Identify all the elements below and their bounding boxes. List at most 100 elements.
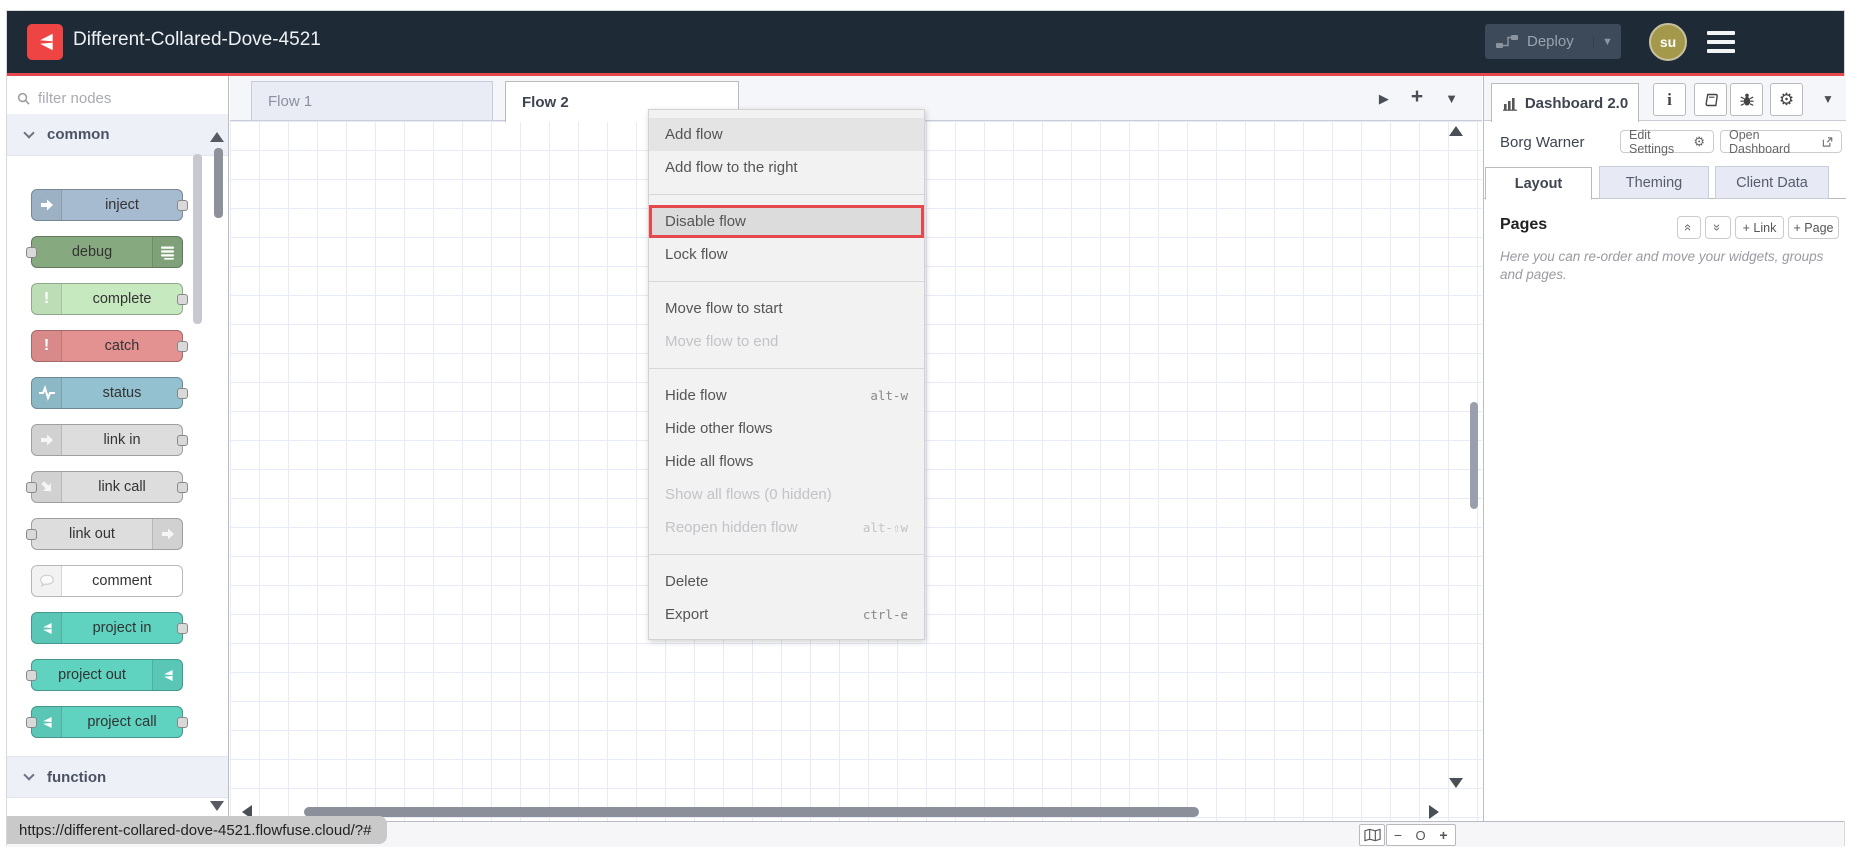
sidebar-options-caret-icon[interactable]: ▼ — [1822, 92, 1834, 106]
zoom-in-button[interactable]: + — [1432, 824, 1456, 846]
input-port — [26, 529, 37, 540]
palette-node-project-out[interactable]: project out — [26, 659, 183, 691]
pages-help-text: Here you can re-order and move your widg… — [1500, 249, 1824, 283]
menu-item-add-flow-right[interactable]: Add flow to the right — [649, 151, 924, 184]
canvas-vertical-scrollbar-thumb[interactable] — [1470, 402, 1478, 509]
input-port — [26, 670, 37, 681]
canvas-scroll-right-icon[interactable] — [1429, 805, 1439, 819]
debug-button[interactable] — [1730, 83, 1763, 116]
user-avatar[interactable]: su — [1649, 23, 1687, 61]
edit-settings-button[interactable]: Edit Settings ⚙ — [1620, 128, 1714, 156]
shortcut-label: ctrl-e — [862, 607, 908, 622]
menu-item-export[interactable]: Export ctrl-e — [649, 598, 924, 631]
bug-icon — [1739, 93, 1754, 106]
tab-toolbar: ▶ + ▼ — [1379, 76, 1458, 121]
main-menu-button[interactable] — [1707, 31, 1735, 53]
node-palette: common inject debug ! complete — [7, 76, 229, 821]
palette-scroll-down-icon[interactable] — [210, 801, 224, 811]
chevron-down-icon — [23, 126, 35, 139]
output-port — [177, 482, 188, 493]
tab-scroll-right-icon[interactable]: ▶ — [1379, 91, 1389, 107]
exclamation-icon: ! — [32, 331, 62, 361]
collapse-all-button[interactable]: « — [1677, 216, 1701, 239]
info-button[interactable]: i — [1653, 83, 1686, 116]
search-icon — [17, 92, 30, 105]
canvas-scroll-down-icon[interactable] — [1449, 778, 1463, 788]
tab-layout[interactable]: Layout — [1485, 167, 1592, 200]
zoom-reset-button[interactable]: O — [1409, 824, 1433, 846]
expand-all-button[interactable]: » — [1705, 216, 1731, 239]
menu-item-hide-all-flows[interactable]: Hide all flows — [649, 445, 924, 478]
gear-icon: ⚙ — [1693, 134, 1705, 149]
sidebar-toolbar: Dashboard 2.0 i ⚙ ▼ — [1484, 76, 1846, 122]
output-port — [177, 623, 188, 634]
palette-node-catch[interactable]: ! catch — [31, 330, 188, 362]
pulse-icon — [32, 378, 62, 408]
minus-icon: − — [1393, 827, 1403, 843]
palette-node-project-call[interactable]: project call — [26, 706, 188, 738]
palette-node-comment[interactable]: comment — [31, 565, 183, 597]
menu-item-reopen-hidden-flow: Reopen hidden flow alt-⇧w — [649, 511, 924, 544]
double-chevron-up-icon: « — [1681, 223, 1697, 232]
add-flow-button[interactable]: + — [1411, 85, 1423, 109]
gear-icon: ⚙ — [1778, 90, 1795, 109]
external-link-icon — [1822, 136, 1833, 147]
debug-list-icon — [152, 237, 182, 267]
shortcut-label: alt-⇧w — [862, 520, 908, 535]
settings-button[interactable]: ⚙ — [1770, 83, 1803, 116]
dashboard-subtabs: Layout Theming Client Data — [1484, 166, 1846, 200]
menu-item-hide-flow[interactable]: Hide flow alt-w — [649, 379, 924, 412]
inject-arrow-icon — [32, 190, 62, 220]
instance-title: Different-Collared-Dove-4521 — [73, 29, 321, 50]
palette-node-link-in[interactable]: link in — [31, 424, 188, 456]
workspace: Flow 1 Flow 2 ▶ + ▼ Add flow Add flow to… — [230, 76, 1482, 821]
canvas-scroll-up-icon[interactable] — [1449, 126, 1463, 136]
deploy-button[interactable]: Deploy ▼ — [1485, 24, 1621, 59]
palette-node-link-call[interactable]: link call — [26, 471, 188, 503]
tab-client-data[interactable]: Client Data — [1715, 166, 1829, 199]
tab-list-caret-icon[interactable]: ▼ — [1445, 91, 1458, 106]
tab-flow-1[interactable]: Flow 1 — [251, 81, 493, 121]
palette-section-function[interactable]: function — [7, 756, 228, 798]
palette-scroll-up-icon[interactable] — [210, 132, 224, 142]
menu-item-delete[interactable]: Delete — [649, 565, 924, 598]
minimap-button[interactable] — [1359, 824, 1385, 846]
header: Different-Collared-Dove-4521 Deploy ▼ su — [7, 11, 1844, 73]
help-button[interactable] — [1694, 83, 1727, 116]
palette-node-inject[interactable]: inject — [31, 189, 188, 221]
zoom-out-button[interactable]: − — [1386, 824, 1410, 846]
menu-item-lock-flow[interactable]: Lock flow — [649, 238, 924, 271]
node-red-editor: Different-Collared-Dove-4521 Deploy ▼ su… — [6, 10, 1846, 847]
tab-dashboard-2[interactable]: Dashboard 2.0 — [1491, 83, 1639, 122]
node-list-scrollbar-thumb[interactable] — [193, 154, 202, 324]
canvas-horizontal-scrollbar-thumb[interactable] — [304, 807, 1199, 817]
open-dashboard-button[interactable]: Open Dashboard — [1720, 128, 1842, 156]
palette-node-complete[interactable]: ! complete — [31, 283, 188, 315]
link-arrow-icon — [32, 425, 62, 455]
menu-item-add-flow[interactable]: Add flow — [649, 118, 924, 151]
palette-node-status[interactable]: status — [31, 377, 188, 409]
palette-scrollbar-thumb[interactable] — [214, 148, 223, 218]
add-link-button[interactable]: + Link — [1735, 216, 1784, 239]
menu-item-hide-other-flows[interactable]: Hide other flows — [649, 412, 924, 445]
add-page-button[interactable]: + Page — [1788, 216, 1839, 239]
menu-item-move-flow-start[interactable]: Move flow to start — [649, 292, 924, 325]
exclamation-icon: ! — [32, 284, 62, 314]
palette-node-link-out[interactable]: link out — [26, 518, 183, 550]
double-chevron-down-icon: » — [1710, 223, 1726, 232]
deploy-nodes-icon — [1495, 34, 1519, 49]
filter-nodes-input[interactable] — [38, 89, 208, 107]
speech-bubble-icon — [32, 566, 62, 596]
zoom-reset-icon: O — [1415, 827, 1426, 843]
output-port — [177, 294, 188, 305]
palette-node-debug[interactable]: debug — [26, 236, 183, 268]
menu-item-disable-flow[interactable]: Disable flow — [649, 205, 924, 238]
tab-theming[interactable]: Theming — [1599, 166, 1709, 199]
right-sidebar: Dashboard 2.0 i ⚙ ▼ Borg Warner Edit Set… — [1483, 76, 1846, 821]
deploy-options-caret-icon[interactable]: ▼ — [1593, 35, 1621, 48]
palette-node-project-in[interactable]: project in — [31, 612, 188, 644]
palette-section-common[interactable]: common — [7, 114, 228, 156]
input-port — [26, 482, 37, 493]
info-icon: i — [1667, 89, 1672, 109]
menu-divider — [649, 368, 924, 369]
